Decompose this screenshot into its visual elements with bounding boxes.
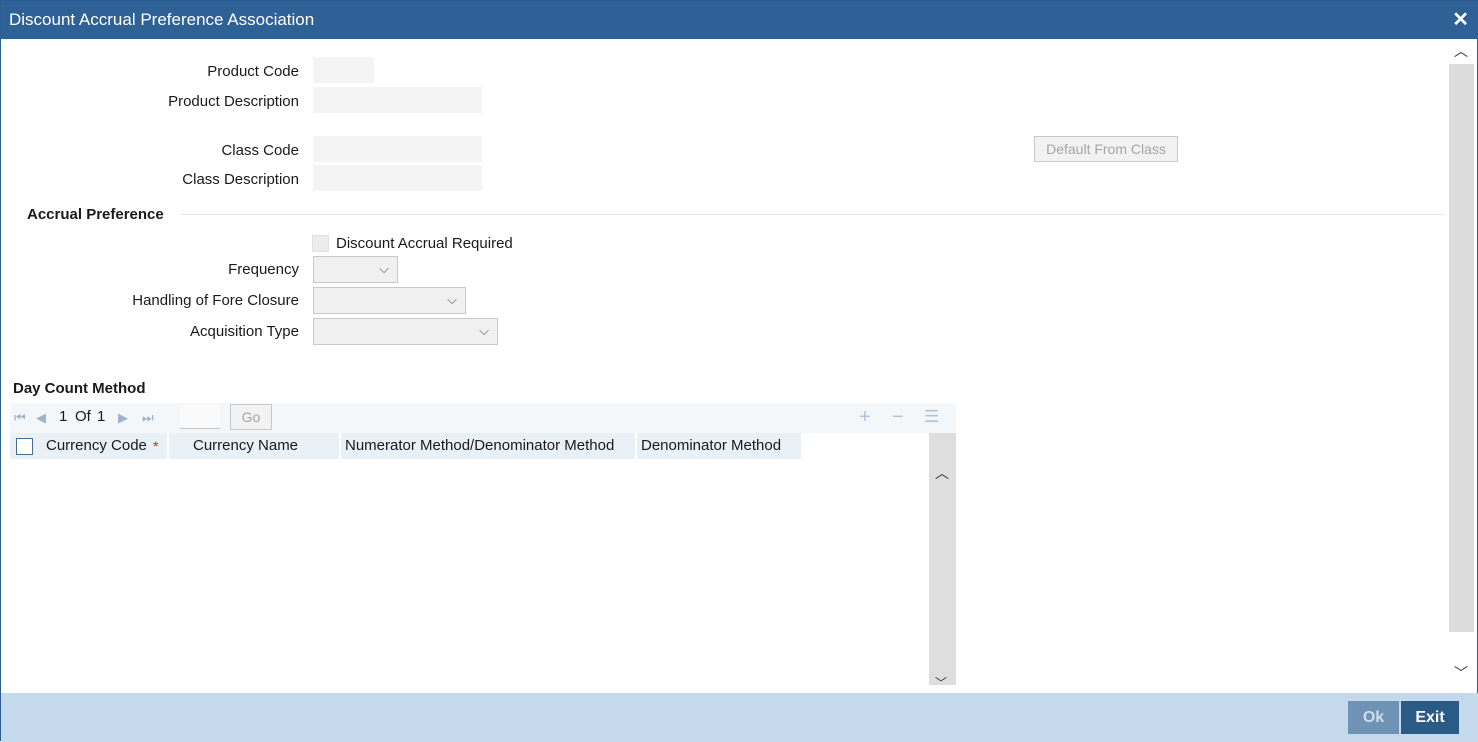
go-button[interactable]: Go (230, 404, 272, 430)
last-page-icon[interactable]: ⏭ (142, 410, 154, 426)
scroll-up-icon[interactable]: ︿ (935, 463, 949, 483)
section-divider (181, 214, 1445, 215)
column-denominator-method: Denominator Method (637, 433, 801, 459)
column-header-label: Denominator Method (641, 437, 782, 454)
main-content: Product Code Product Description Class C… (1, 39, 1448, 693)
pager-of: Of (75, 408, 91, 425)
column-numerator-method: Numerator Method/Denominator Method (341, 433, 635, 459)
pager-total: 1 (97, 408, 106, 425)
single-view-icon[interactable]: ☰ (924, 407, 939, 427)
class-code-field[interactable] (313, 136, 482, 162)
scroll-up-icon[interactable]: ︿ (1454, 41, 1468, 61)
ok-button[interactable]: Ok (1348, 701, 1399, 734)
product-description-field[interactable] (313, 87, 482, 113)
column-currency-code: Currency Code * (10, 433, 167, 459)
next-page-icon[interactable]: ▶ (118, 410, 128, 426)
close-icon[interactable]: ✕ (1452, 1, 1469, 39)
select-all-checkbox[interactable] (16, 438, 33, 455)
frequency-select[interactable]: ⌵ (313, 256, 398, 283)
dialog-window: Discount Accrual Preference Association … (0, 0, 1478, 742)
default-from-class-button[interactable]: Default From Class (1034, 136, 1178, 162)
window-scrollbar[interactable]: ︿ ﹀ (1448, 39, 1475, 685)
footer-bar: Ok Exit (1, 693, 1478, 742)
discount-accrual-required-checkbox[interactable] (312, 235, 329, 252)
fore-closure-select[interactable]: ⌵ (313, 287, 466, 314)
previous-page-icon[interactable]: ◀ (36, 410, 46, 426)
window-title: Discount Accrual Preference Association (9, 10, 315, 29)
product-description-label: Product Description (168, 93, 299, 110)
column-currency-name: Currency Name (169, 433, 339, 459)
accrual-preference-title: Accrual Preference (27, 206, 164, 223)
pager-current: 1 (59, 408, 68, 425)
first-page-icon[interactable]: ⏮ (14, 410, 26, 426)
grid-scrollbar[interactable]: ︿ ﹀ (929, 433, 956, 690)
frequency-label: Frequency (228, 261, 299, 278)
scroll-down-icon[interactable]: ﹀ (935, 674, 947, 691)
page-number-input[interactable] (180, 405, 220, 429)
class-code-label: Class Code (221, 142, 299, 159)
chevron-down-icon: ⌵ (479, 323, 489, 338)
discount-accrual-required-label: Discount Accrual Required (336, 235, 513, 252)
acquisition-type-select[interactable]: ⌵ (313, 318, 498, 345)
fore-closure-label: Handling of Fore Closure (132, 292, 299, 309)
class-description-label: Class Description (182, 171, 299, 188)
chevron-down-icon: ⌵ (379, 261, 389, 276)
add-row-icon[interactable]: + (859, 406, 871, 429)
column-header-label: Numerator Method/Denominator Method (345, 437, 615, 454)
grid-header: Currency Code * Currency Name Numerator … (10, 433, 956, 459)
class-description-field[interactable] (313, 165, 482, 191)
required-star: * (153, 438, 159, 454)
title-bar: Discount Accrual Preference Association … (1, 1, 1478, 39)
scrollbar-track[interactable] (1449, 64, 1474, 632)
acquisition-type-label: Acquisition Type (190, 323, 299, 340)
day-count-method-title: Day Count Method (13, 380, 146, 397)
chevron-down-icon: ⌵ (447, 292, 457, 307)
product-code-label: Product Code (207, 63, 299, 80)
scroll-down-icon[interactable]: ﹀ (1454, 663, 1468, 683)
column-header-label: Currency Code (46, 437, 147, 454)
product-code-field[interactable] (313, 57, 374, 83)
grid-toolbar: ⏮ ◀ 1 Of 1 ▶ ⏭ Go + − ☰ (10, 403, 956, 433)
exit-button[interactable]: Exit (1401, 701, 1459, 734)
delete-row-icon[interactable]: − (892, 406, 904, 429)
column-header-label: Currency Name (193, 437, 299, 454)
